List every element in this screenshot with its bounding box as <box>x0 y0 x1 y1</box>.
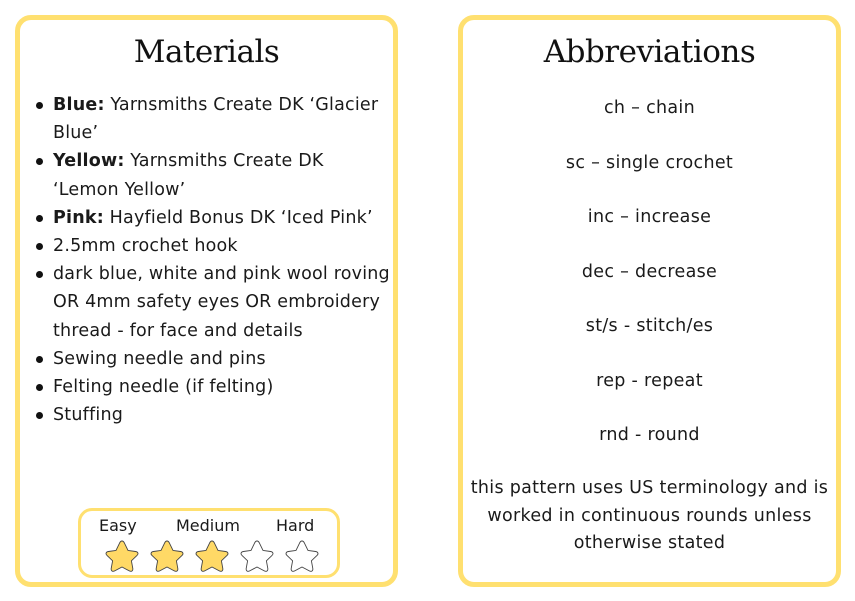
abbreviation-sc: sc – single crochet <box>565 152 734 173</box>
star-empty-icon <box>240 540 274 572</box>
material-text: Stuffing <box>53 405 124 426</box>
abbreviation-inc: inc – increase <box>587 207 712 227</box>
material-item-sewing: Sewing needle and pins <box>30 345 392 373</box>
difficulty-rating: Easy Medium Hard <box>78 508 340 578</box>
material-item-yellow: Yellow: Yarnsmiths Create DK ‘Lemon Yell… <box>30 147 392 203</box>
abbreviations-title: Abbreviations <box>543 34 756 70</box>
abbreviations-list: ch – chain sc – single crochet inc – inc… <box>463 93 836 475</box>
material-item-blue: Blue: Yarnsmiths Create DK ‘Glacier Blue… <box>30 91 392 147</box>
star-filled-icon <box>150 540 184 572</box>
difficulty-label-easy: Easy <box>99 516 137 535</box>
material-item-face: dark blue, white and pink wool roving OR… <box>30 260 392 345</box>
difficulty-label-medium: Medium <box>176 516 240 535</box>
abbreviations-card: Abbreviations ch – chain sc – single cro… <box>458 15 841 587</box>
abbreviation-dec: dec – decrease <box>581 261 718 282</box>
materials-list: Blue: Yarnsmiths Create DK ‘Glacier Blue… <box>30 91 392 429</box>
abbreviation-rep: rep - repeat <box>596 370 703 391</box>
abbreviation-st: st/s - stitch/es <box>585 316 714 336</box>
material-label: Yellow: <box>53 151 125 172</box>
material-text: dark blue, white and pink wool roving OR… <box>53 264 390 341</box>
difficulty-labels: Easy Medium Hard <box>81 516 337 536</box>
star-filled-icon <box>195 540 229 572</box>
material-item-hook: 2.5mm crochet hook <box>30 232 392 260</box>
material-item-stuffing: Stuffing <box>30 401 392 429</box>
materials-card: Materials Blue: Yarnsmiths Create DK ‘Gl… <box>15 15 398 587</box>
abbreviation-rnd: rnd - round <box>599 425 700 445</box>
star-row <box>102 538 322 576</box>
material-item-felting: Felting needle (if felting) <box>30 373 392 401</box>
materials-title: Materials <box>133 34 280 70</box>
material-text: Felting needle (if felting) <box>53 377 274 398</box>
material-label: Pink: <box>53 207 104 228</box>
star-filled-icon <box>105 540 139 572</box>
terminology-note: this pattern uses US terminology and is … <box>470 478 829 553</box>
material-text: Hayfield Bonus DK ‘Iced Pink’ <box>103 207 373 228</box>
material-item-pink: Pink: Hayfield Bonus DK ‘Iced Pink’ <box>30 204 392 232</box>
abbreviation-ch: ch – chain <box>604 98 695 118</box>
material-text: Sewing needle and pins <box>53 348 266 369</box>
star-empty-icon <box>285 540 319 572</box>
difficulty-label-hard: Hard <box>276 516 315 535</box>
material-label: Blue: <box>53 95 105 115</box>
material-text: 2.5mm crochet hook <box>53 236 238 257</box>
